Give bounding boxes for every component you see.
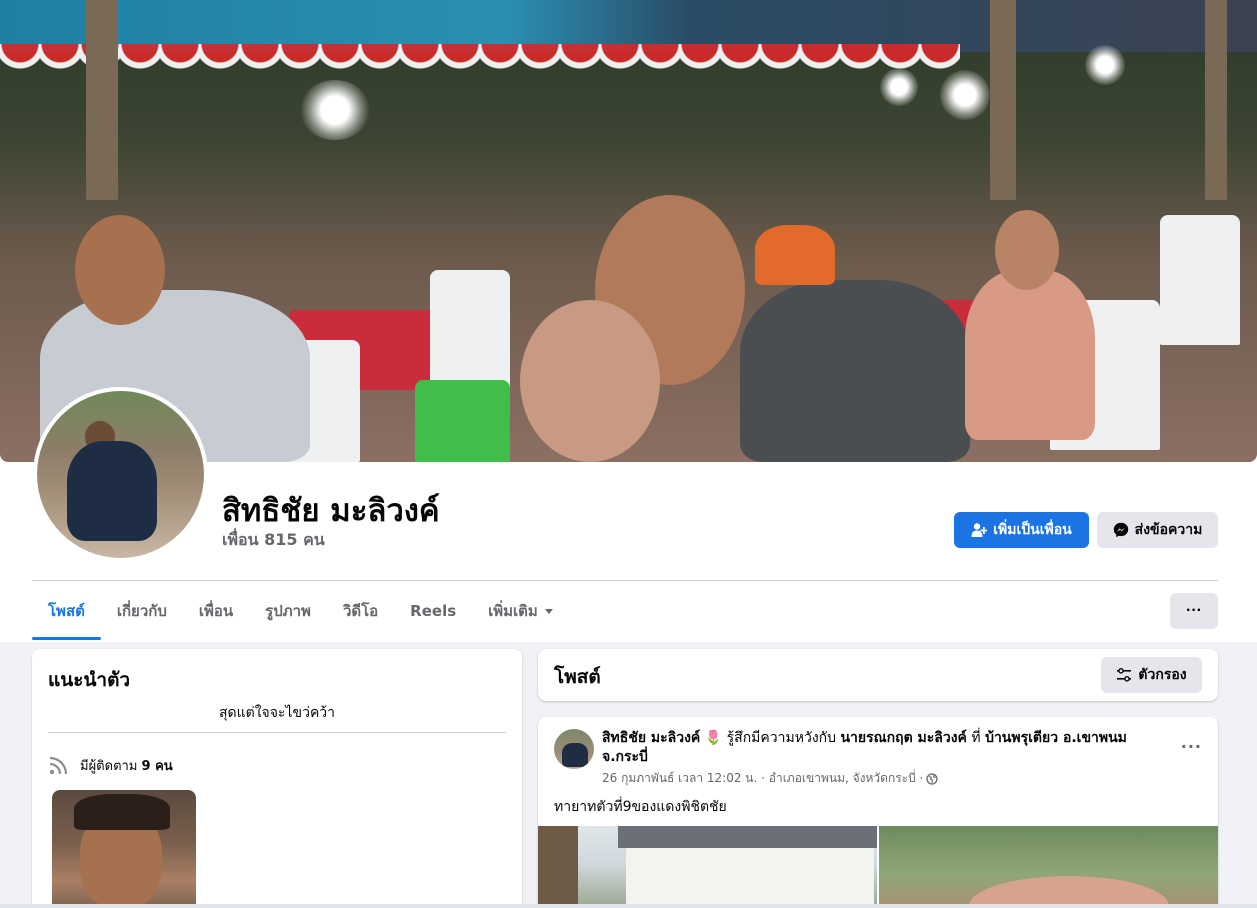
message-label: ส่งข้อความ: [1134, 521, 1203, 537]
more-dots-icon: ···: [1186, 602, 1202, 619]
tab-reels[interactable]: Reels: [394, 582, 472, 640]
cover-chair: [1160, 215, 1240, 345]
cover-chair: [415, 380, 510, 462]
post-tagged-link[interactable]: นายรณกฤต มะลิวงค์: [840, 730, 966, 746]
followers-count: 9 คน: [141, 758, 173, 774]
tab-label: เกี่ยวกับ: [116, 602, 167, 620]
caret-down-icon: [544, 609, 553, 614]
cover-person-head: [520, 300, 660, 462]
cover-person-head: [75, 215, 165, 325]
tab-about[interactable]: เกี่ยวกับ: [101, 582, 183, 640]
add-friend-icon: [971, 523, 988, 537]
profile-avatar[interactable]: [33, 387, 208, 562]
cover-light: [1085, 45, 1125, 85]
post-at: ที่: [966, 730, 986, 746]
friends-count[interactable]: เพื่อน 815 คน: [222, 528, 325, 553]
post-headline: สิทธิชัย มะลิวงค์ 🌷 รู้สึกมีความหวังกับ …: [602, 729, 1162, 767]
cover-person: [965, 270, 1095, 440]
post-meta: 26 กุมภาพันธ์ เวลา 12:02 น. · อำเภอเขาพน…: [602, 769, 939, 788]
tab-videos[interactable]: วิดีโอ: [327, 582, 394, 640]
cover-pole: [86, 0, 118, 200]
filter-label: ตัวกรอง: [1138, 666, 1187, 682]
profile-picture: [37, 391, 204, 558]
tab-posts[interactable]: โพสต์: [32, 582, 101, 640]
cover-light: [300, 80, 370, 140]
post-timestamp[interactable]: 26 กุมภาพันธ์ เวลา 12:02 น. · อำเภอเขาพน…: [602, 769, 923, 788]
cover-person-head: [995, 210, 1059, 290]
tab-label: เพื่อน: [198, 602, 234, 620]
tab-friends[interactable]: เพื่อน: [183, 582, 249, 640]
followers-text: มีผู้ติดตาม 9 คน: [80, 755, 173, 776]
window-bottom-edge: [0, 904, 1257, 908]
post-feeling: รู้สึกมีความหวังกับ: [722, 730, 841, 746]
post-author-link[interactable]: สิทธิชัย มะลิวงค์: [602, 730, 700, 746]
cover-person: [755, 225, 835, 285]
intro-title: แนะนำตัว: [48, 669, 131, 691]
filter-icon: [1117, 668, 1132, 682]
tab-label: Reels: [410, 602, 457, 620]
tab-label: รูปภาพ: [265, 602, 311, 620]
filter-button[interactable]: ตัวกรอง: [1101, 657, 1202, 693]
tab-label: เพิ่มเติม: [488, 602, 538, 620]
tab-label: วิดีโอ: [342, 602, 379, 620]
message-button[interactable]: ส่งข้อความ: [1097, 512, 1218, 548]
messenger-icon: [1113, 522, 1128, 538]
featured-photo[interactable]: [52, 790, 196, 908]
posts-title: โพสต์: [554, 666, 601, 688]
cover-pole: [990, 0, 1016, 200]
add-friend-button[interactable]: เพิ่มเป็นเพื่อน: [954, 512, 1089, 548]
profile-header: สิทธิชัย มะลิวงค์ เพื่อน 815 คน เพิ่มเป็…: [0, 0, 1257, 642]
tab-more[interactable]: เพิ่มเติม: [472, 582, 570, 640]
cover-light: [940, 70, 990, 120]
post-author-avatar[interactable]: [554, 729, 594, 769]
intro-bio: สุดแต่ใจจะไขว่คว้า: [218, 705, 336, 721]
add-friend-label: เพิ่มเป็นเพื่อน: [993, 521, 1072, 537]
cover-bunting: [0, 44, 960, 88]
post-text: ทายาทตัวที่9ของแดงพิชิตชัย: [554, 799, 727, 815]
posts-header-card: โพสต์ ตัวกรอง: [538, 649, 1218, 701]
profile-more-button[interactable]: ···: [1170, 593, 1218, 629]
intro-card: แนะนำตัว สุดแต่ใจจะไขว่คว้า มีผู้ติดตาม …: [32, 649, 522, 908]
cover-chair: [430, 270, 510, 390]
tab-label: โพสต์: [48, 602, 85, 620]
cover-light: [880, 68, 918, 106]
cover-photo[interactable]: [0, 0, 1257, 462]
followers-row[interactable]: มีผู้ติดตาม 9 คน: [48, 754, 173, 776]
profile-tabs: โพสต์ เกี่ยวกับ เพื่อน รูปภาพ วิดีโอ Ree…: [32, 582, 570, 640]
tab-photos[interactable]: รูปภาพ: [249, 582, 327, 640]
post-photo[interactable]: [879, 826, 1218, 908]
post-photo[interactable]: [538, 826, 877, 908]
rss-icon: [49, 756, 68, 775]
post-card: สิทธิชัย มะลิวงค์ 🌷 รู้สึกมีความหวังกับ …: [538, 717, 1218, 908]
globe-icon: [926, 772, 939, 785]
intro-divider: [48, 732, 506, 733]
post-options-button[interactable]: ···: [1181, 737, 1202, 756]
followers-prefix: มีผู้ติดตาม: [80, 758, 142, 774]
feeling-emoji-icon: 🌷: [704, 730, 723, 746]
cover-pole: [1205, 0, 1227, 200]
cover-person: [740, 280, 970, 462]
header-divider: [32, 580, 1218, 581]
